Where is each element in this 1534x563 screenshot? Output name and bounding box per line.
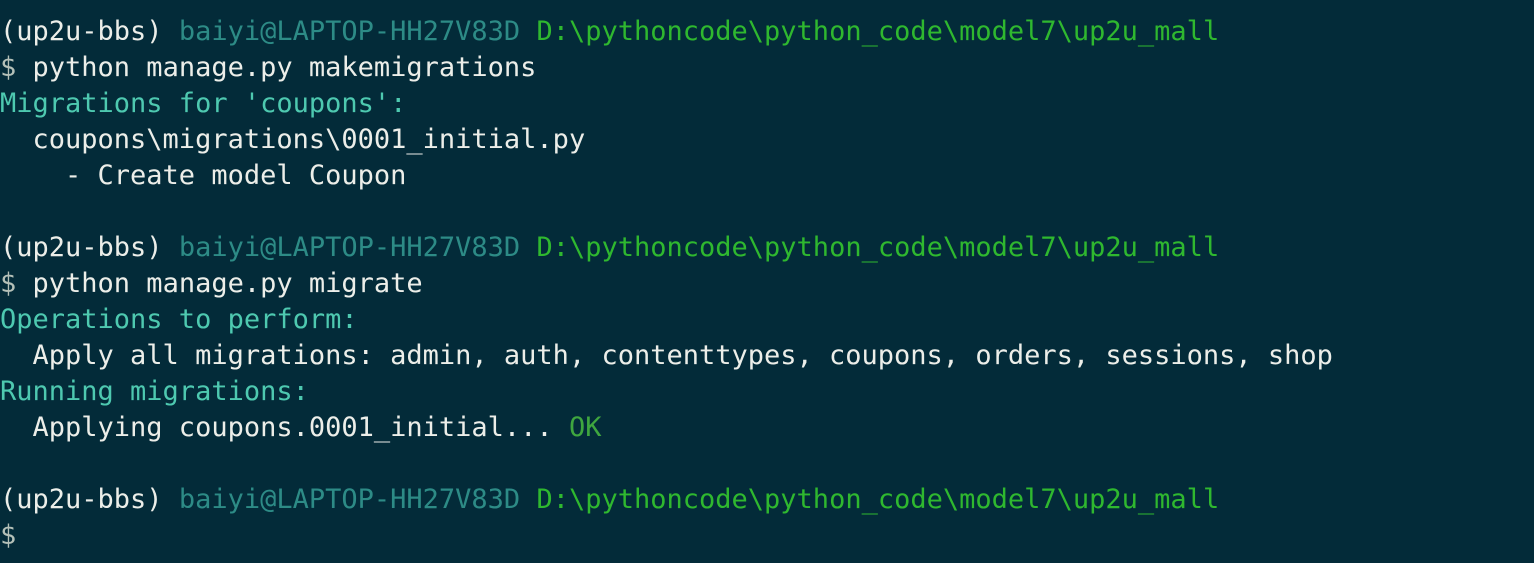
segment-path: D:\pythoncode\python_code\model7\up2u_ma… — [536, 232, 1220, 263]
segment-body: Applying coupons.0001_initial... — [0, 412, 553, 443]
prompt-line-1: (up2u-bbs) baiyi@LAPTOP-HH27V83D D:\pyth… — [0, 14, 1534, 50]
output-applying-coupons: Applying coupons.0001_initial... OK — [0, 410, 1534, 446]
segment-body — [163, 484, 179, 515]
blank-2 — [0, 446, 1534, 482]
output-running-migrations: Running migrations: — [0, 374, 1534, 410]
segment-path: D:\pythoncode\python_code\model7\up2u_ma… — [536, 16, 1220, 47]
output-apply-all-migrations: Apply all migrations: admin, auth, conte… — [0, 338, 1534, 374]
segment-body — [163, 16, 179, 47]
segment-venv: (up2u-bbs) — [0, 232, 163, 263]
segment-body: - Create model Coupon — [0, 160, 407, 191]
terminal-output-area[interactable]: (up2u-bbs) baiyi@LAPTOP-HH27V83D D:\pyth… — [0, 14, 1534, 554]
segment-header: Operations to perform: — [0, 304, 358, 335]
segment-body — [520, 232, 536, 263]
segment-command: python manage.py makemigrations — [16, 52, 537, 83]
output-migration-file: coupons\migrations\0001_initial.py — [0, 122, 1534, 158]
blank-1 — [0, 194, 1534, 230]
segment-header: Migrations for 'coupons': — [0, 88, 407, 119]
segment-venv: (up2u-bbs) — [0, 484, 163, 515]
segment-command: python manage.py migrate — [16, 268, 423, 299]
segment-path: D:\pythoncode\python_code\model7\up2u_ma… — [536, 484, 1220, 515]
segment-body — [553, 412, 569, 443]
prompt-line-2: (up2u-bbs) baiyi@LAPTOP-HH27V83D D:\pyth… — [0, 230, 1534, 266]
output-operations-to-perform: Operations to perform: — [0, 302, 1534, 338]
terminal-window[interactable]: (up2u-bbs) baiyi@LAPTOP-HH27V83D D:\pyth… — [0, 0, 1534, 563]
segment-user_host: baiyi@LAPTOP-HH27V83D — [178, 484, 521, 515]
segment-venv: (up2u-bbs) — [0, 16, 163, 47]
command-line-1: $ python manage.py makemigrations — [0, 50, 1534, 86]
output-create-model: - Create model Coupon — [0, 158, 1534, 194]
segment-body — [163, 232, 179, 263]
command-line-2: $ python manage.py migrate — [0, 266, 1534, 302]
segment-header: Running migrations: — [0, 376, 309, 407]
segment-user_host: baiyi@LAPTOP-HH27V83D — [178, 16, 521, 47]
segment-user_host: baiyi@LAPTOP-HH27V83D — [178, 232, 521, 263]
segment-prompt_symbol: $ — [0, 52, 17, 83]
segment-body — [520, 484, 536, 515]
prompt-line-3: (up2u-bbs) baiyi@LAPTOP-HH27V83D D:\pyth… — [0, 482, 1534, 518]
segment-ok: OK — [568, 412, 602, 443]
segment-body: Apply all migrations: admin, auth, conte… — [0, 340, 1333, 371]
output-migrations-for: Migrations for 'coupons': — [0, 86, 1534, 122]
segment-prompt_symbol: $ — [0, 268, 17, 299]
segment-body: coupons\migrations\0001_initial.py — [0, 124, 586, 155]
segment-body — [520, 16, 536, 47]
command-line-3: $ — [0, 518, 1534, 554]
segment-prompt_symbol: $ — [0, 520, 17, 551]
